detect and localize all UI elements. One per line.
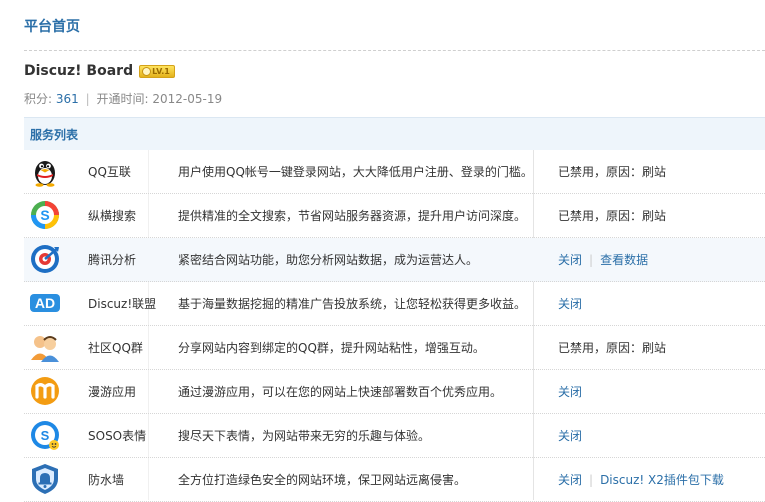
points-label: 积分: <box>24 92 53 106</box>
service-status: 已禁用，原因：刷站 <box>558 341 667 355</box>
service-row-firewall: 防水墙 全方位打造绿色安全的网站环境，保卫网站远离侵害。 关闭 | Discuz! … <box>24 458 765 502</box>
service-row-analytics: 腾讯分析 紧密结合网站功能，助您分析网站数据，成为运营达人。 关闭 | 查看数据 <box>24 238 765 282</box>
qq-group-icon <box>28 330 62 364</box>
close-service-link[interactable]: 关闭 <box>558 429 582 443</box>
opened-date: 2012-05-19 <box>152 92 223 106</box>
site-name: Discuz! Board <box>24 63 134 79</box>
site-header: Discuz! Board LV.1 <box>24 63 175 79</box>
soso-emoticon-icon: S <box>28 418 62 452</box>
service-row-qq-group: 社区QQ群 分享网站内容到绑定的QQ群，提升网站粘性，增强互动。 已禁用，原因：… <box>24 326 765 370</box>
service-actions: 关闭 <box>558 295 582 312</box>
close-service-link[interactable]: 关闭 <box>558 297 582 311</box>
ad-union-icon: AD <box>28 286 62 320</box>
svg-text:S: S <box>41 428 50 443</box>
service-description: 搜尽天下表情，为网站带来无穷的乐趣与体验。 <box>178 429 431 443</box>
opened-label: 开通时间: <box>96 92 149 106</box>
title-divider <box>24 50 765 51</box>
service-actions: 关闭 | 查看数据 <box>558 251 648 268</box>
services-title: 服务列表 <box>30 128 79 142</box>
level-badge: LV.1 <box>139 64 175 78</box>
service-name: 漫游应用 <box>88 385 137 399</box>
action-separator: | <box>589 473 594 487</box>
close-service-link[interactable]: 关闭 <box>558 253 582 267</box>
service-status: 已禁用，原因：刷站 <box>558 209 667 223</box>
plugin-download-link[interactable]: Discuz! X2插件包下载 <box>600 473 724 487</box>
view-data-link[interactable]: 查看数据 <box>600 253 648 267</box>
soso-search-icon: S <box>28 198 62 232</box>
service-actions: 关闭 | Discuz! X2插件包下载 <box>558 471 724 488</box>
svg-text:S: S <box>40 207 49 223</box>
service-actions: 关闭 <box>558 427 582 444</box>
qq-penguin-icon <box>28 154 62 188</box>
services-header: 服务列表 <box>24 117 765 150</box>
service-actions: 关闭 <box>558 383 582 400</box>
site-meta: 积分: 361 | 开通时间: 2012-05-19 <box>24 90 222 107</box>
service-row-search: S 纵横搜索 提供精准的全文搜索，节省网站服务器资源，提升用户访问深度。 已禁用… <box>24 194 765 238</box>
service-description: 基于海量数据挖掘的精准广告投放系统，让您轻松获得更多收益。 <box>178 297 527 311</box>
service-description: 通过漫游应用，可以在您的网站上快速部署数百个优秀应用。 <box>178 385 503 399</box>
service-name: 纵横搜索 <box>88 209 137 223</box>
svg-text:AD: AD <box>35 295 55 311</box>
service-description: 提供精准的全文搜索，节省网站服务器资源，提升用户访问深度。 <box>178 209 527 223</box>
meta-separator: | <box>85 92 90 106</box>
service-row-qq-connect: QQ互联 用户使用QQ帐号一键登录网站，大大降低用户注册、登录的门槛。 已禁用，… <box>24 150 765 194</box>
close-service-link[interactable]: 关闭 <box>558 473 582 487</box>
analytics-icon <box>28 242 62 276</box>
service-row-union: AD Discuz!联盟 基于海量数据挖掘的精准广告投放系统，让您轻松获得更多收… <box>24 282 765 326</box>
service-name: 腾讯分析 <box>88 253 137 267</box>
points-value: 361 <box>55 92 79 106</box>
close-service-link[interactable]: 关闭 <box>558 385 582 399</box>
services-list: QQ互联 用户使用QQ帐号一键登录网站，大大降低用户注册、登录的门槛。 已禁用，… <box>24 150 765 502</box>
service-name: 社区QQ群 <box>88 341 143 355</box>
page-title: 平台首页 <box>24 19 80 35</box>
service-description: 全方位打造绿色安全的网站环境，保卫网站远离侵害。 <box>178 473 467 487</box>
service-name: 防水墙 <box>88 473 125 487</box>
service-description: 用户使用QQ帐号一键登录网站，大大降低用户注册、登录的门槛。 <box>178 165 533 179</box>
service-name: QQ互联 <box>88 165 131 179</box>
service-row-manyou: 漫游应用 通过漫游应用，可以在您的网站上快速部署数百个优秀应用。 关闭 <box>24 370 765 414</box>
manyou-app-icon <box>28 374 62 408</box>
service-name: SOSO表情 <box>88 429 147 443</box>
service-name: Discuz!联盟 <box>88 297 157 311</box>
shield-bell-icon <box>28 462 62 496</box>
service-row-soso-emoticon: S SOSO表情 搜尽天下表情，为网站带来无穷的乐趣与体验。 关闭 <box>24 414 765 458</box>
service-description: 分享网站内容到绑定的QQ群，提升网站粘性，增强互动。 <box>178 341 485 355</box>
service-status: 已禁用，原因：刷站 <box>558 165 667 179</box>
service-description: 紧密结合网站功能，助您分析网站数据，成为运营达人。 <box>178 253 479 267</box>
action-separator: | <box>589 253 594 267</box>
